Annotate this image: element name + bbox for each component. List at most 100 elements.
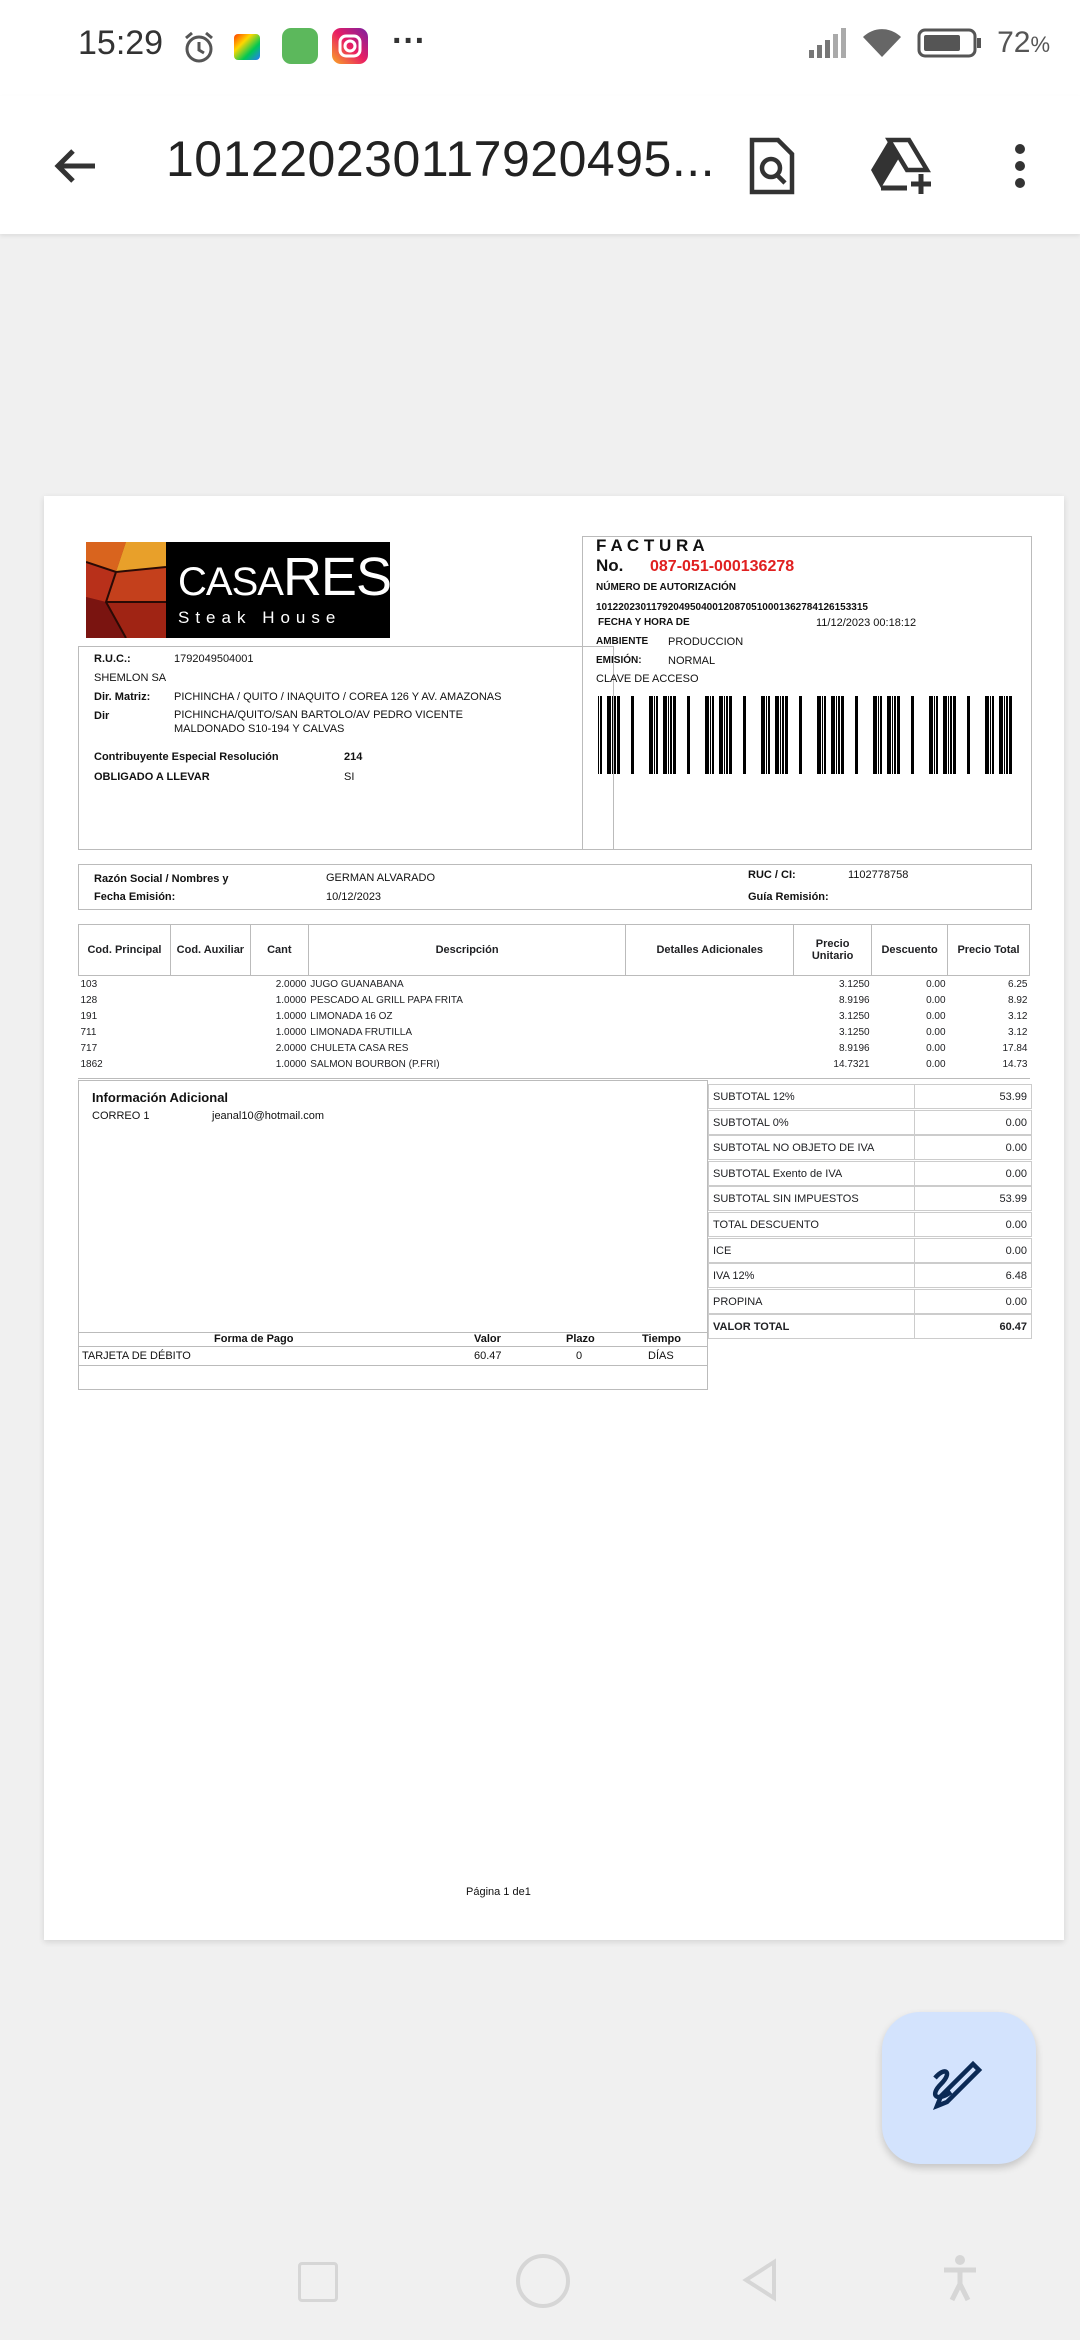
totals-value: 53.99 [999,1193,1027,1206]
totals-row: SUBTOTAL NO OBJETO DE IVA 0.00 [708,1135,1032,1161]
col-cant: Cant [249,924,309,976]
matriz-value: PICHINCHA / QUITO / INAQUITO / COREA 126… [174,691,502,703]
payment-plazo: 0 [576,1350,583,1362]
home-button[interactable] [516,2254,570,2308]
payment-col-valor: Valor [474,1333,501,1345]
totals-separator [914,1085,915,1108]
barcode-bar [894,696,896,774]
barcode-bar [607,696,611,774]
table-cell: 1.0000 [275,994,307,1006]
status-time: 15:29 [78,24,164,62]
barcode-bar [943,696,947,774]
table-cell: 14.73 [1002,1058,1028,1070]
barcode-bar [780,696,781,774]
table-cell [170,976,250,993]
ruc-ci-label: RUC / CI: [748,869,796,881]
totals-separator [914,1187,915,1211]
totals-separator [914,1136,915,1160]
more-options-button[interactable] [984,130,1056,202]
table-cell: 0.00 [926,978,946,990]
payment-col-tiempo: Tiempo [642,1333,681,1345]
totals-row: IVA 12% 6.48 [708,1263,1032,1289]
edit-fab-button[interactable] [882,2012,1036,2164]
table-cell: 3.12 [1008,1026,1028,1038]
totals-separator [914,1213,915,1236]
logo-mosaic-icon [86,542,166,638]
table-cell: 128 [80,994,98,1006]
barcode-bar [831,696,835,774]
recents-button[interactable] [298,2262,338,2302]
ruc-label: R.U.C.: [94,653,131,665]
dir-value-2: MALDONADO S10-194 Y CALVAS [174,723,345,735]
table-cell: 17.84 [1002,1042,1028,1054]
accessibility-icon[interactable] [940,2254,980,2302]
barcode-bar [967,696,970,774]
table-cell: 103 [80,978,98,990]
payment-col-forma: Forma de Pago [214,1333,294,1345]
dir-value-1: PICHINCHA/QUITO/SAN BARTOLO/AV PEDRO VIC… [174,709,463,721]
contrib-label: Contribuyente Especial Resolución [94,751,279,763]
barcode-bar [948,696,949,774]
oblig-value: SI [344,771,355,783]
totals-row: SUBTOTAL SIN IMPUESTOS 53.99 [708,1186,1032,1212]
barcode-bar [600,696,602,774]
barcode-bar [598,696,599,774]
search-document-button[interactable] [736,130,808,202]
barcode-bar [999,696,1003,774]
totals-value: 0.00 [1005,1142,1027,1155]
table-row: 717 2.0000 CHULETA CASA RES 8.9196 0.00 17.84 [79,1040,1030,1056]
page-footer: Página 1 de1 [466,1886,531,1898]
barcode-bar [841,696,844,774]
totals-value: 60.47 [999,1321,1027,1334]
barcode-bar [887,696,891,774]
back-nav-button[interactable] [740,2258,780,2302]
ambiente-label: AMBIENTE [596,636,649,647]
issuer-name: SHEMLON SA [94,672,167,684]
info-label: CORREO 1 [92,1110,150,1122]
table-row: 103 2.0000 JUGO GUANABANA 3.1250 0.00 6.25 [79,976,1030,993]
table-cell: 2.0000 [275,978,307,990]
matriz-label: Dir. Matriz: [94,691,151,703]
barcode-bar [617,696,620,774]
fecha-auth-value: 11/12/2023 00:18:12 [816,617,917,629]
table-cell: 8.9196 [838,1042,870,1054]
table-cell: PESCADO AL GRILL PAPA FRITA [310,994,463,1006]
barcode-bar [892,696,893,774]
app-puzzle-icon [234,34,260,60]
table-cell: 6.25 [1008,978,1028,990]
fecha-emision-value: 10/12/2023 [326,891,382,903]
col-precio-unitario: Precio Unitario [793,924,873,976]
barcode-bar [710,696,711,774]
table-cell: 0.00 [926,1058,946,1070]
alarm-icon [182,30,216,69]
back-button[interactable] [40,130,112,202]
totals-separator [914,1161,915,1185]
totals-label: IVA 12% [713,1270,755,1283]
table-cell: 1.0000 [275,1058,307,1070]
arrow-back-icon [54,149,95,183]
barcode-bar [990,696,991,774]
table-cell: 0.00 [926,1026,946,1038]
col-detalles: Detalles Adicionales [625,924,795,976]
totals-separator [914,1315,915,1339]
items-table: Cod. Principal Cod. Auxiliar Cant Descri… [78,924,1030,1072]
totals-label: SUBTOTAL 0% [713,1116,789,1129]
barcode-bar [897,696,900,774]
table-cell [626,976,794,993]
barcode-bar [656,696,658,774]
payment-col-plazo: Plazo [566,1333,595,1345]
barcode-bar [836,696,837,774]
payment-valor: 60.47 [474,1350,502,1362]
table-cell: LIMONADA FRUTILLA [310,1026,412,1038]
table-cell [626,992,794,1008]
barcode-bar [855,696,858,774]
payment-header-divider [78,1346,708,1347]
table-cell: 0.00 [926,994,946,1006]
col-descuento: Descuento [871,924,949,976]
barcode-bar [817,696,821,774]
barcode-bar [911,696,914,774]
table-cell: 8.9196 [838,994,870,1006]
add-to-drive-button[interactable] [866,130,938,202]
totals-label: ICE [713,1244,732,1257]
table-cell: LIMONADA 16 OZ [310,1010,393,1022]
